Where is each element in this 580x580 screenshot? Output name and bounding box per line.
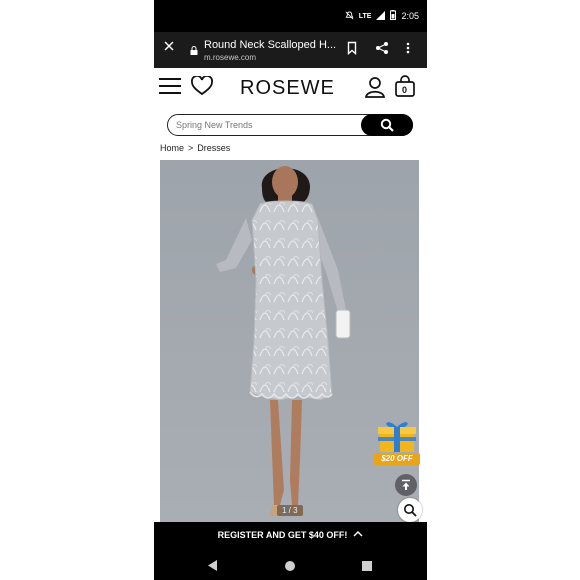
mute-icon xyxy=(345,10,354,22)
close-icon[interactable] xyxy=(163,40,175,56)
register-promo-bar[interactable]: REGISTER AND GET $40 OFF! xyxy=(154,522,427,548)
clock: 2:05 xyxy=(401,11,419,21)
breadcrumb-dresses[interactable]: Dresses xyxy=(197,143,230,153)
register-promo-label: REGISTER AND GET $40 OFF! xyxy=(217,530,348,540)
status-bar: LTE 2:05 xyxy=(154,0,427,32)
zoom-button[interactable] xyxy=(398,498,422,522)
site-header: ROSEWE 0 xyxy=(154,68,427,108)
browser-toolbar: Round Neck Scalloped H... m.rosewe.com xyxy=(154,32,427,68)
back-icon[interactable] xyxy=(208,558,218,576)
recents-icon[interactable] xyxy=(362,558,372,576)
signal-icon xyxy=(376,10,386,22)
breadcrumb: Home > Dresses xyxy=(160,143,230,153)
breadcrumb-home[interactable]: Home xyxy=(160,143,184,153)
page-url: m.rosewe.com xyxy=(204,53,257,62)
bookmark-icon[interactable] xyxy=(345,41,361,57)
menu-icon[interactable] xyxy=(158,76,182,96)
system-nav-bar xyxy=(154,548,427,580)
network-type: LTE xyxy=(358,12,372,20)
share-icon[interactable] xyxy=(375,41,391,57)
gift-icon xyxy=(378,422,416,452)
user-icon[interactable] xyxy=(364,76,386,98)
phone-screen: LTE 2:05 Round Neck Scalloped H... m.ros… xyxy=(154,0,427,580)
gift-coupon-badge[interactable]: $20 OFF xyxy=(374,418,420,468)
chevron-up-icon xyxy=(353,530,363,540)
bag-icon[interactable]: 0 xyxy=(394,75,416,97)
gift-badge-label: $20 OFF xyxy=(374,453,420,465)
search-icon xyxy=(380,118,394,132)
page-title: Round Neck Scalloped H... xyxy=(204,39,337,51)
image-counter: 1 / 3 xyxy=(277,505,303,516)
search-button[interactable] xyxy=(361,114,413,136)
arrow-up-icon xyxy=(402,479,410,490)
bag-count: 0 xyxy=(402,85,408,95)
search-bar xyxy=(167,114,413,136)
lock-icon xyxy=(190,42,198,55)
magnifier-icon xyxy=(404,504,417,517)
heart-icon[interactable] xyxy=(191,75,213,96)
search-input[interactable] xyxy=(176,118,356,132)
more-vert-icon[interactable] xyxy=(405,41,421,57)
scroll-to-top-button[interactable] xyxy=(395,474,417,496)
battery-icon xyxy=(390,10,397,22)
breadcrumb-separator: > xyxy=(188,143,194,153)
home-icon[interactable] xyxy=(285,558,295,576)
brand-logo[interactable]: ROSEWE xyxy=(240,77,335,100)
